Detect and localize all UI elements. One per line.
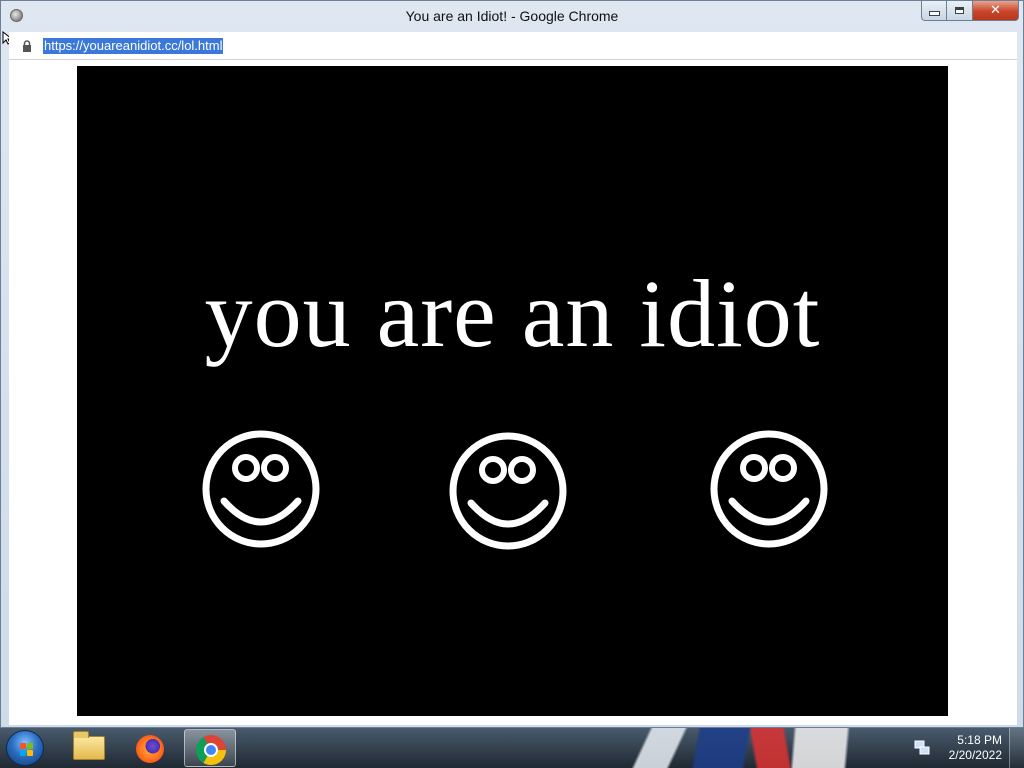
close-icon: ✕ bbox=[990, 3, 1001, 18]
start-button[interactable] bbox=[6, 730, 44, 766]
page-stage[interactable]: you are an idiot bbox=[77, 66, 948, 716]
taskbar: 5:18 PM 2/20/2022 bbox=[0, 728, 1024, 768]
minimize-button[interactable] bbox=[921, 1, 947, 21]
folder-icon bbox=[73, 731, 105, 760]
address-bar[interactable]: https://youareanidiot.cc/lol.html bbox=[9, 32, 1017, 60]
maximize-icon bbox=[955, 7, 964, 14]
close-button[interactable]: ✕ bbox=[973, 1, 1019, 21]
smiley-face-icon bbox=[202, 430, 320, 548]
chrome-window: You are an Idiot! - Google Chrome ✕ http… bbox=[0, 0, 1024, 728]
lock-icon bbox=[23, 40, 31, 52]
taskbar-chrome-button[interactable] bbox=[184, 729, 236, 767]
smiley-face-icon bbox=[449, 432, 567, 550]
window-title: You are an Idiot! - Google Chrome bbox=[405, 8, 619, 24]
taskbar-firefox-button[interactable] bbox=[124, 729, 176, 767]
smiley-face-icon bbox=[710, 430, 828, 548]
windows-logo-icon bbox=[20, 743, 34, 757]
clock-date: 2/20/2022 bbox=[948, 748, 1002, 762]
show-desktop-button[interactable] bbox=[1009, 728, 1024, 768]
taskbar-wallpaper-peek bbox=[580, 728, 910, 768]
network-icon[interactable] bbox=[914, 740, 930, 756]
maximize-button[interactable] bbox=[947, 1, 973, 21]
title-bar[interactable]: You are an Idiot! - Google Chrome ✕ bbox=[1, 1, 1023, 31]
taskbar-explorer-button[interactable] bbox=[63, 729, 115, 767]
desktop: You are an Idiot! - Google Chrome ✕ http… bbox=[0, 0, 1024, 768]
window-controls: ✕ bbox=[921, 1, 1019, 21]
firefox-icon bbox=[136, 735, 164, 763]
taskbar-clock[interactable]: 5:18 PM 2/20/2022 bbox=[949, 733, 1002, 763]
page-viewport: you are an idiot bbox=[9, 60, 1017, 725]
minimize-icon bbox=[928, 11, 940, 16]
clock-time: 5:18 PM bbox=[957, 733, 1002, 747]
url-input[interactable]: https://youareanidiot.cc/lol.html bbox=[43, 38, 224, 54]
headline: you are an idiot bbox=[204, 260, 821, 367]
chrome-icon bbox=[196, 735, 226, 765]
